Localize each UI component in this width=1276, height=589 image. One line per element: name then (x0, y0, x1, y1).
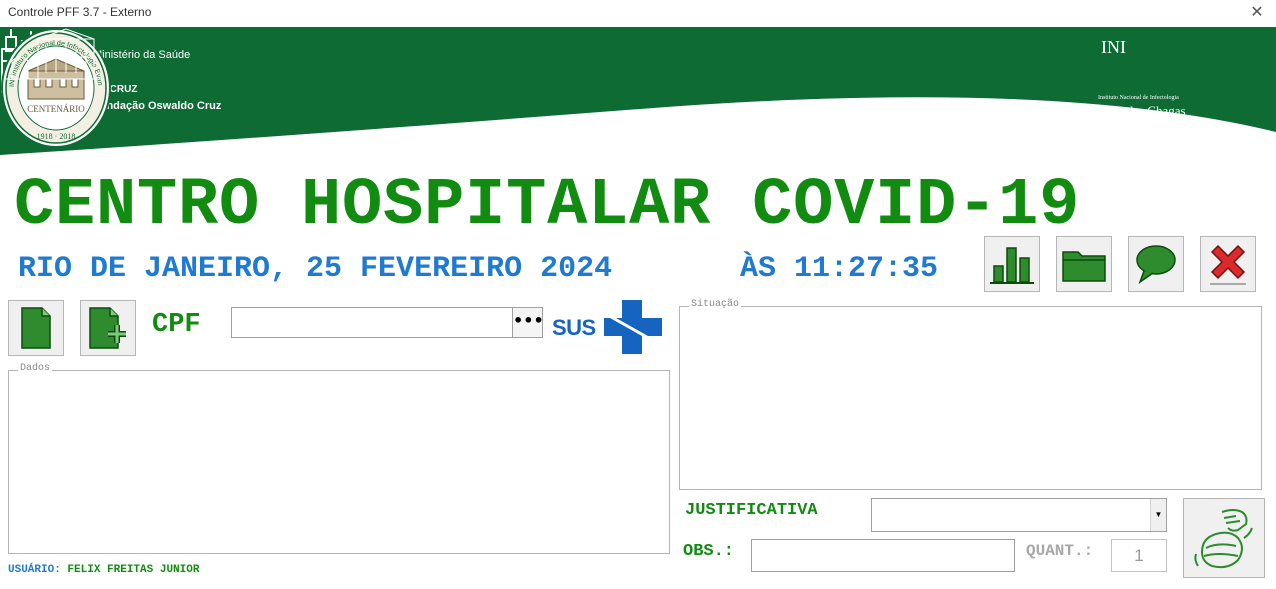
justificativa-select[interactable]: ▼ (871, 498, 1167, 532)
statistics-button[interactable] (984, 236, 1040, 292)
quant-label: QUANT.: (1026, 542, 1094, 560)
hand-mask-icon (1194, 509, 1253, 569)
chevron-down-icon[interactable]: ▼ (1150, 499, 1166, 531)
obs-label: OBS.: (683, 542, 735, 561)
user-status: USUÁRIO: FELIX FREITAS JUNIOR (8, 564, 199, 576)
cpf-browse-button[interactable]: ••• (512, 307, 544, 338)
fundacao-label: Fundação Oswaldo Cruz (93, 100, 222, 112)
sus-label: SUS (552, 315, 596, 340)
new-document-button[interactable] (8, 300, 64, 356)
user-name: FELIX FREITAS JUNIOR (67, 564, 200, 576)
date-display: RIO DE JANEIRO, 25 FEVEREIRO 2024 (18, 252, 613, 286)
obs-input[interactable] (751, 539, 1015, 572)
situacao-legend: Situação (689, 299, 742, 310)
cpf-input[interactable] (231, 307, 513, 338)
situacao-groupbox: Situação (679, 299, 1262, 490)
document-icon (21, 307, 51, 349)
speech-bubble-icon (1136, 245, 1176, 284)
bar-chart-icon (990, 247, 1034, 284)
banner-background (0, 27, 1276, 155)
dados-groupbox: Dados (8, 363, 670, 554)
ini-abbr: INI (1101, 37, 1126, 57)
red-x-icon (1210, 244, 1246, 285)
cpf-label: CPF (152, 310, 201, 340)
close-icon[interactable]: ✕ (1246, 1, 1268, 23)
open-folder-button[interactable] (1056, 236, 1112, 292)
exit-button[interactable] (1200, 236, 1256, 292)
header-banner: Ministério da Saúde FIOCRUZ Fundação Osw… (0, 27, 1276, 167)
deliver-mask-button[interactable] (1183, 498, 1265, 578)
window-titlebar: Controle PFF 3.7 - Externo ✕ (0, 0, 1276, 26)
page-title: CENTRO HOSPITALAR COVID-19 (14, 168, 1081, 244)
ini-institute-label: Instituto Nacional de Infectologia (1098, 95, 1179, 101)
justificativa-label: JUSTIFICATIVA (685, 501, 818, 520)
window-title: Controle PFF 3.7 - Externo (8, 5, 152, 19)
time-display: ÀS 11:27:35 (740, 252, 939, 286)
document-add-icon (89, 307, 126, 349)
svg-text:1918 · 2018: 1918 · 2018 (37, 132, 76, 141)
dados-legend: Dados (18, 363, 53, 374)
quant-field[interactable]: 1 (1111, 539, 1167, 572)
user-label: USUÁRIO: (8, 564, 61, 576)
message-button[interactable] (1128, 236, 1184, 292)
add-document-button[interactable] (80, 300, 136, 356)
ini-name-label: Evandro Chagas (1100, 103, 1186, 118)
ini-building-icon (6, 28, 104, 80)
folder-icon (1062, 251, 1106, 282)
